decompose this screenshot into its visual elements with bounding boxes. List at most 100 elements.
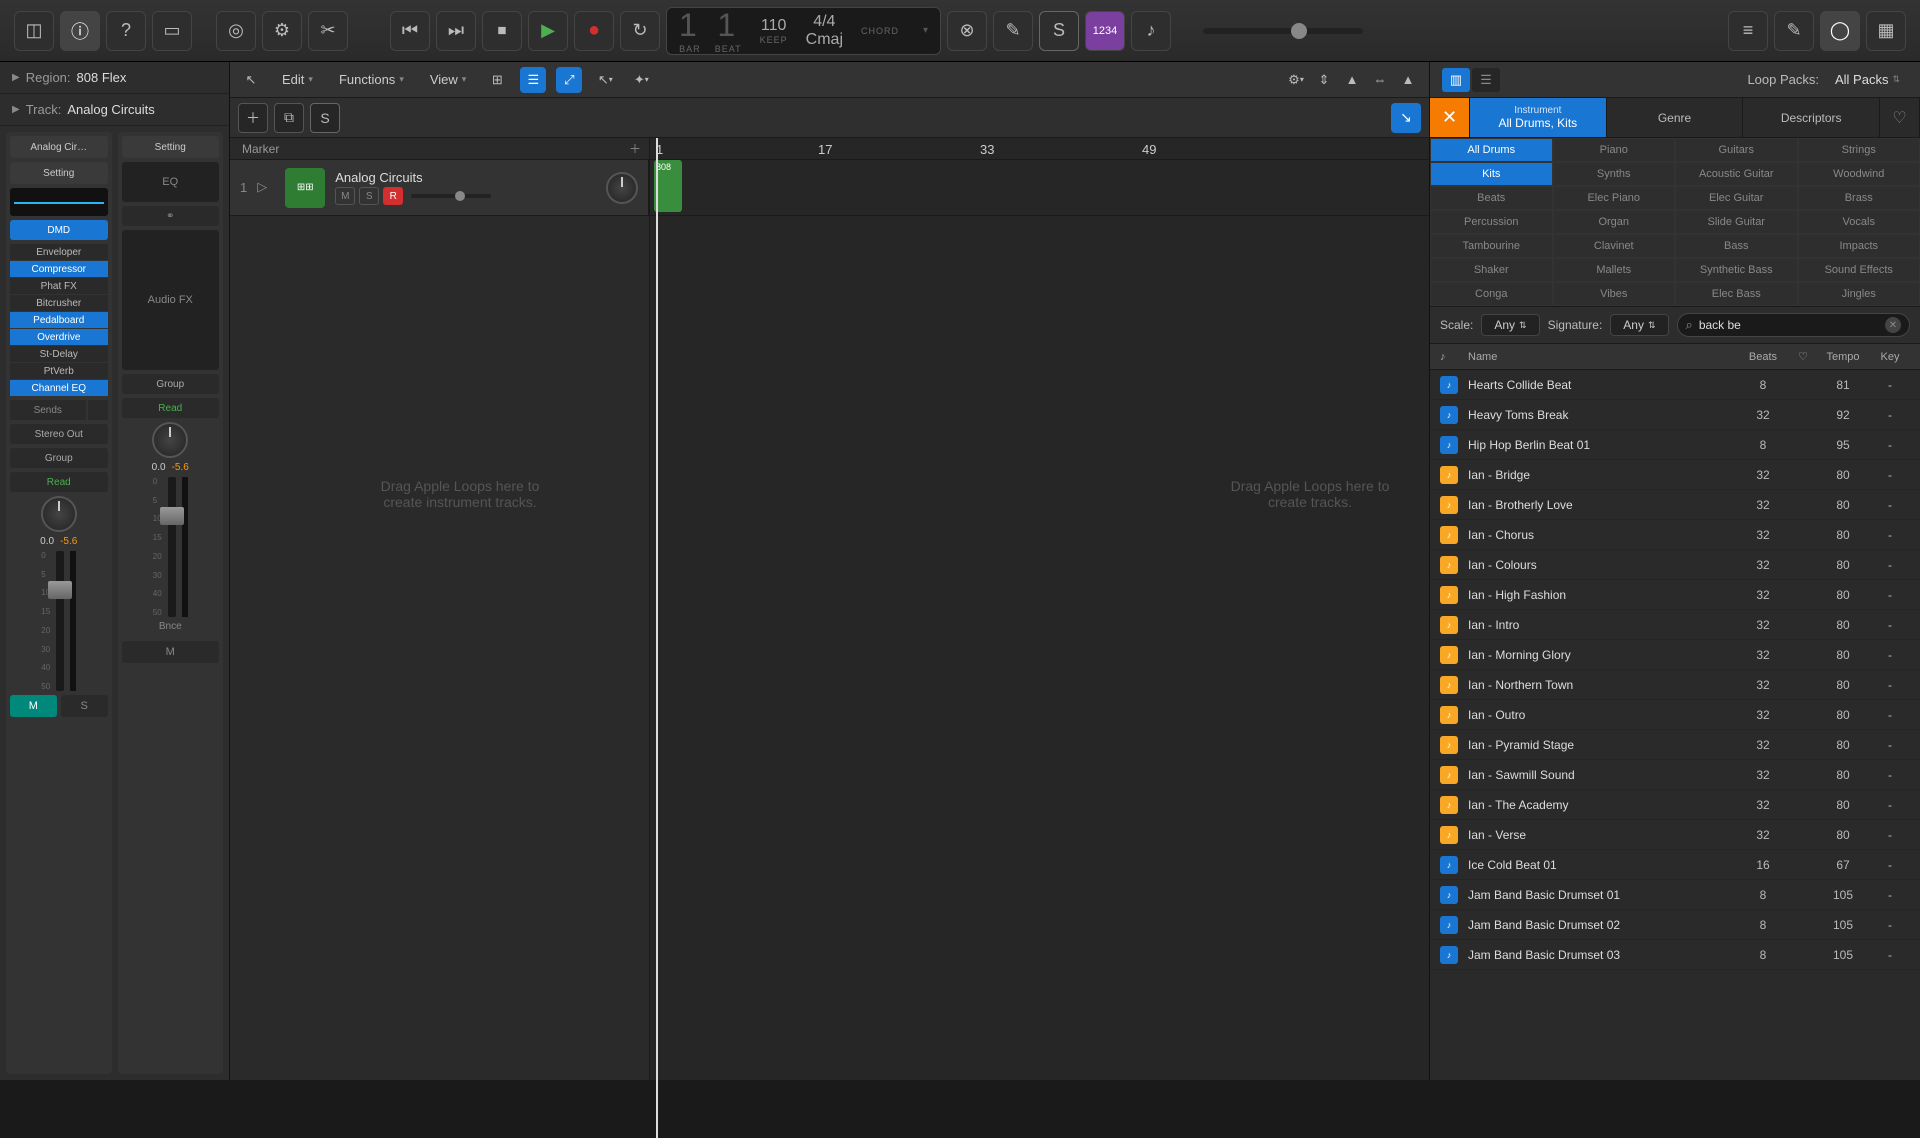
filter-tag[interactable]: Beats — [1430, 186, 1553, 210]
loop-result-row[interactable]: ♪Ian - High Fashion3280- — [1430, 580, 1920, 610]
track-record[interactable]: R — [383, 187, 403, 205]
plugin-slot[interactable]: Channel EQ — [10, 380, 108, 396]
loop-result-row[interactable]: ♪Ian - Colours3280- — [1430, 550, 1920, 580]
tab-descriptors[interactable]: Descriptors — [1743, 98, 1880, 137]
track-disclosure[interactable]: ▶ Track: Analog Circuits — [0, 94, 229, 126]
count-in-button[interactable]: 1234 — [1085, 11, 1125, 51]
arrange-lane[interactable]: 808 — [650, 160, 1429, 216]
pointer-tool[interactable]: ↖ — [238, 67, 264, 93]
mute-button[interactable]: M — [122, 641, 220, 663]
master-volume-slider[interactable] — [1203, 28, 1363, 34]
pan-knob[interactable] — [152, 422, 188, 458]
list-editors-button[interactable]: ≡ — [1728, 11, 1768, 51]
col-tempo[interactable]: Tempo — [1816, 351, 1870, 363]
loop-result-row[interactable]: ♪Ian - Outro3280- — [1430, 700, 1920, 730]
cycle-button[interactable]: ↻ — [620, 11, 660, 51]
plugin-slot[interactable]: Phat FX — [10, 278, 108, 294]
loop-result-row[interactable]: ♪Jam Band Basic Drumset 038105- — [1430, 940, 1920, 970]
loop-browser-button[interactable]: ◯ — [1820, 11, 1860, 51]
catch-playhead-button[interactable]: ↘ — [1391, 103, 1421, 133]
add-track-button[interactable]: ＋ — [238, 103, 268, 133]
track-header[interactable]: 1 ▷ ⊞⊞ Analog Circuits M S R — [230, 160, 649, 215]
lcd-beat[interactable]: 1 — [717, 7, 739, 44]
plugin-slot[interactable]: Enveloper — [10, 244, 108, 260]
loop-result-row[interactable]: ♪Ian - Pyramid Stage3280- — [1430, 730, 1920, 760]
clear-search-icon[interactable]: ✕ — [1885, 317, 1901, 333]
instrument-slot[interactable]: DMD — [10, 220, 108, 240]
loop-result-row[interactable]: ♪Jam Band Basic Drumset 018105- — [1430, 880, 1920, 910]
fader[interactable]: 05101520304050 — [10, 551, 108, 691]
strip-setting[interactable]: Setting — [122, 136, 220, 158]
output-slot[interactable]: Stereo Out — [10, 424, 108, 444]
plugin-slot[interactable]: Pedalboard — [10, 312, 108, 328]
track-enable-icon[interactable]: ▷ — [257, 179, 275, 197]
lcd-signature[interactable]: 4/4 — [813, 13, 835, 31]
media-browser-button[interactable]: ▦ — [1866, 11, 1906, 51]
filter-tag[interactable]: Clavinet — [1553, 234, 1676, 258]
pointer-menu[interactable]: ↖▾ — [592, 67, 618, 93]
filter-tag[interactable]: Sound Effects — [1798, 258, 1920, 282]
strip-name[interactable]: Analog Cir… — [10, 136, 108, 158]
group-slot[interactable]: Group — [122, 374, 220, 394]
marker-track[interactable]: Marker ＋ — [230, 138, 649, 160]
track-volume-slider[interactable] — [411, 194, 491, 198]
inspector-button[interactable]: ⓘ — [60, 11, 100, 51]
low-latency-button[interactable]: ✎ — [993, 11, 1033, 51]
solo-button[interactable]: S — [1039, 11, 1079, 51]
edit-menu[interactable]: Edit▾ — [274, 68, 321, 91]
plugin-slot[interactable]: Bitcrusher — [10, 295, 108, 311]
tuner-button[interactable]: ♪ — [1131, 11, 1171, 51]
rewind-button[interactable]: ⏮ — [390, 11, 430, 51]
notepad-button[interactable]: ✎ — [1774, 11, 1814, 51]
filter-tag[interactable]: Shaker — [1430, 258, 1553, 282]
solo-button[interactable]: S — [61, 695, 108, 717]
play-button[interactable]: ▶ — [528, 11, 568, 51]
filter-tag[interactable]: Strings — [1798, 138, 1920, 162]
snap-menu[interactable]: ⚙▾ — [1283, 67, 1309, 93]
filter-tag[interactable]: Slide Guitar — [1675, 210, 1798, 234]
strip-setting[interactable]: Setting — [10, 162, 108, 184]
loop-result-row[interactable]: ♪Ian - Brotherly Love3280- — [1430, 490, 1920, 520]
sends-knob[interactable] — [88, 400, 108, 420]
waveform-zoom-icon[interactable]: ▲ — [1395, 67, 1421, 93]
col-favorite[interactable]: ♡ — [1790, 350, 1816, 363]
track-instrument-icon[interactable]: ⊞⊞ — [285, 168, 325, 208]
list-view-icon[interactable]: ☰ — [520, 67, 546, 93]
record-button[interactable]: ● — [574, 11, 614, 51]
results-type-icon[interactable]: ♪ — [1440, 351, 1460, 363]
bounce-label[interactable]: Bnce — [159, 621, 182, 637]
plugin-slot[interactable]: St-Delay — [10, 346, 108, 362]
region-disclosure[interactable]: ▶ Region: 808 Flex — [0, 62, 229, 94]
lcd-key[interactable]: Cmaj — [806, 31, 843, 49]
filter-tag[interactable]: Elec Bass — [1675, 282, 1798, 306]
filter-tag[interactable]: Mallets — [1553, 258, 1676, 282]
search-box[interactable]: ⌕ ✕ — [1677, 313, 1910, 337]
vzoom-out-icon[interactable]: ⇕ — [1311, 67, 1337, 93]
loop-result-row[interactable]: ♪Jam Band Basic Drumset 028105- — [1430, 910, 1920, 940]
filter-tag[interactable]: Vocals — [1798, 210, 1920, 234]
col-name[interactable]: Name — [1460, 351, 1736, 363]
grid-view-icon[interactable]: ⊞ — [484, 67, 510, 93]
tab-instrument[interactable]: Instrument All Drums, Kits — [1470, 98, 1607, 137]
lcd-mode-arrow[interactable]: ▾ — [923, 25, 928, 36]
track-mute[interactable]: M — [335, 187, 355, 205]
sends-label[interactable]: Sends — [10, 400, 86, 420]
filter-tag[interactable]: Elec Piano — [1553, 186, 1676, 210]
filter-tag[interactable]: Piano — [1553, 138, 1676, 162]
lcd-tempo[interactable]: 110 — [761, 17, 787, 35]
stop-button[interactable]: ⏹ — [482, 11, 522, 51]
forward-button[interactable]: ⏭ — [436, 11, 476, 51]
timeline-ruler[interactable]: 1 17 33 49 — [650, 138, 1429, 160]
editors-button[interactable]: ✂ — [308, 11, 348, 51]
close-filter-button[interactable]: ✕ — [1430, 98, 1470, 137]
tool-menu[interactable]: ✦▾ — [628, 67, 654, 93]
plugin-slot[interactable]: PtVerb — [10, 363, 108, 379]
eq-thumbnail[interactable] — [10, 188, 108, 216]
filter-tag[interactable]: Percussion — [1430, 210, 1553, 234]
filter-tag[interactable]: Jingles — [1798, 282, 1920, 306]
filter-tag[interactable]: Kits — [1430, 162, 1553, 186]
filter-tag[interactable]: Bass — [1675, 234, 1798, 258]
global-solo-button[interactable]: S — [310, 103, 340, 133]
scale-selector[interactable]: Any⇅ — [1481, 314, 1539, 336]
duplicate-track-button[interactable]: ⧉ — [274, 103, 304, 133]
